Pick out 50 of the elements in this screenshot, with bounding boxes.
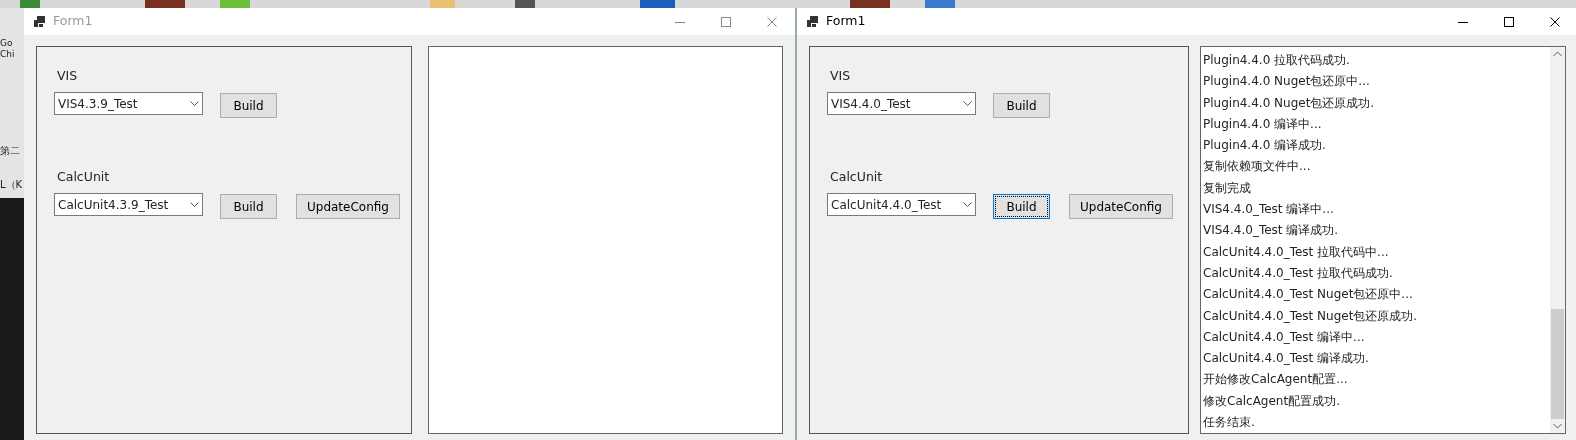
- chevron-down-icon: [190, 202, 199, 207]
- log-line: VIS4.4.0_Test 编译成功.: [1202, 222, 1340, 240]
- build-button[interactable]: Build: [993, 93, 1050, 118]
- build-button[interactable]: Build: [993, 194, 1050, 219]
- chevron-down-icon: [963, 101, 972, 106]
- desktop-label: L（K: [0, 179, 24, 191]
- desktop-label: Chi: [0, 49, 16, 60]
- version-dropdown[interactable]: CalcUnit4.3.9_Test: [54, 193, 203, 216]
- log-line: VIS4.4.0_Test 编译中...: [1202, 201, 1335, 219]
- update-config-button[interactable]: UpdateConfig: [296, 194, 400, 219]
- log-line: Plugin4.4.0 拉取代码成功.: [1202, 52, 1351, 69]
- log-line: CalcUnit4.4.0_Test 编译成功.: [1202, 350, 1370, 368]
- close-icon: [1550, 16, 1560, 27]
- log-line: 复制完成: [1202, 179, 1252, 197]
- window-title: Form1: [53, 12, 93, 31]
- maximize-icon: [1504, 16, 1514, 27]
- log-line: 开始修改CalcAgent配置...: [1202, 371, 1349, 389]
- update-config-button[interactable]: UpdateConfig: [1069, 194, 1173, 219]
- version-dropdown[interactable]: VIS4.3.9_Test: [54, 92, 203, 115]
- desktop-label: 第二: [0, 145, 21, 157]
- log-line: CalcUnit4.4.0_Test 拉取代码中...: [1202, 243, 1390, 261]
- version-dropdown[interactable]: CalcUnit4.4.0_Test: [827, 193, 976, 216]
- chevron-down-icon: [963, 202, 972, 207]
- log-line: CalcUnit4.4.0_Test Nuget包还原成功.: [1202, 307, 1419, 325]
- maximize-icon: [721, 16, 731, 27]
- log-line: Plugin4.4.0 编译中...: [1202, 115, 1323, 133]
- log-line: CalcUnit4.4.0_Test Nuget包还原中...: [1202, 286, 1414, 304]
- log-line: Plugin4.4.0 Nuget包还原中...: [1202, 73, 1371, 91]
- field-label: CalcUnit: [57, 168, 111, 186]
- version-dropdown[interactable]: VIS4.4.0_Test: [827, 92, 976, 115]
- app-icon: [34, 16, 45, 27]
- field-label: VIS: [830, 67, 852, 85]
- scrollbar[interactable]: [1550, 47, 1565, 433]
- log-line: CalcUnit4.4.0_Test 拉取代码成功.: [1202, 264, 1394, 282]
- log-line: Plugin4.4.0 编译成功.: [1202, 137, 1327, 155]
- chevron-down-icon: [190, 101, 199, 106]
- log-line: Plugin4.4.0 Nuget包还原成功.: [1202, 94, 1376, 112]
- window-title: Form1: [826, 12, 866, 31]
- build-button[interactable]: Build: [220, 194, 277, 219]
- log-line: 复制依赖项文件中...: [1202, 158, 1312, 176]
- log-line: 修改CalcAgent配置成功.: [1202, 392, 1341, 410]
- field-label: CalcUnit: [830, 168, 884, 186]
- log-line: CalcUnit4.4.0_Test 编译中...: [1202, 328, 1366, 346]
- log-line: 任务结束.: [1202, 414, 1256, 432]
- desktop-label: Go: [0, 38, 14, 49]
- build-button[interactable]: Build: [220, 93, 277, 118]
- field-label: VIS: [57, 67, 79, 85]
- scroll-thumb[interactable]: [1551, 309, 1564, 419]
- app-icon: [807, 16, 818, 27]
- close-icon: [767, 16, 777, 27]
